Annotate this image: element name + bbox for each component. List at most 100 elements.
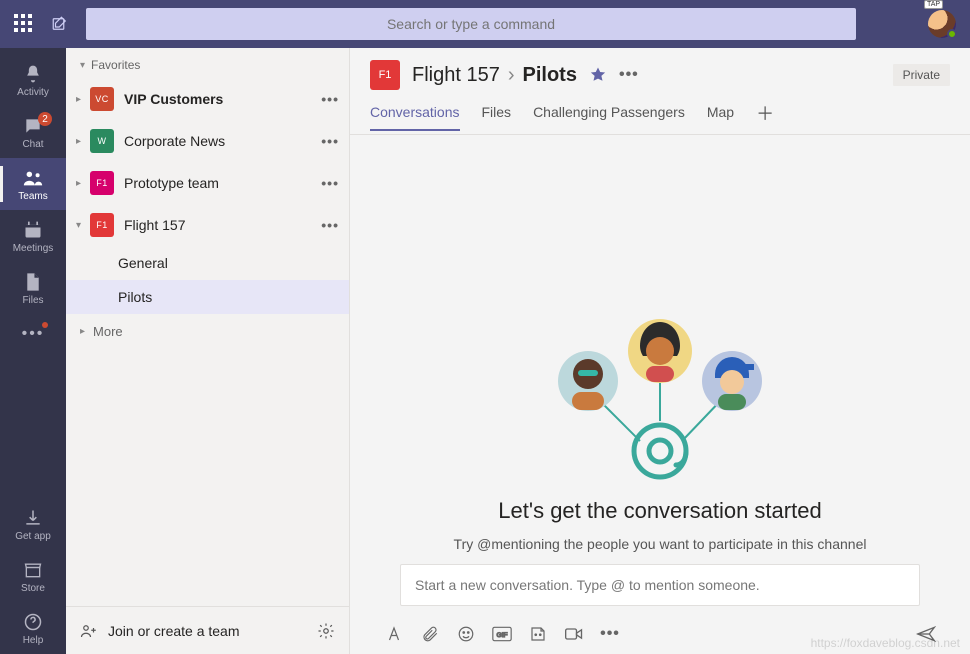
team-tile: F1 <box>90 171 114 195</box>
add-tab-icon[interactable]: ＋ <box>756 100 774 134</box>
format-icon[interactable] <box>384 624 404 644</box>
rail-item-meetings[interactable]: Meetings <box>0 210 66 262</box>
watermark: https://foxdaveblog.csdn.net <box>811 636 960 650</box>
rail-item-help[interactable]: Help <box>0 602 66 654</box>
user-avatar[interactable]: TAP <box>928 10 956 38</box>
empty-state-illustration <box>520 296 800 486</box>
team-tile: W <box>90 129 114 153</box>
bell-icon <box>22 63 44 85</box>
chevron-right-icon: ▸ <box>76 178 90 189</box>
rail-label: Activity <box>17 87 49 98</box>
more-icon: ••• <box>22 323 44 345</box>
privacy-badge: Private <box>893 64 950 86</box>
gear-icon[interactable] <box>317 622 335 640</box>
svg-text:GIF: GIF <box>496 632 507 639</box>
rail-item-store[interactable]: Store <box>0 550 66 602</box>
team-name: Corporate News <box>124 133 321 149</box>
favorite-star-icon[interactable] <box>589 66 607 84</box>
empty-state-subtitle: Try @mentioning the people you want to p… <box>454 536 867 552</box>
breadcrumb-channel: Pilots <box>523 64 577 87</box>
rail-item-teams[interactable]: Teams <box>0 158 66 210</box>
rail-label: Get app <box>15 531 51 542</box>
rail-label: Teams <box>18 191 47 202</box>
more-notification-dot <box>42 322 48 328</box>
help-icon <box>22 611 44 633</box>
team-more-icon[interactable]: ••• <box>321 91 339 107</box>
rail-item-activity[interactable]: Activity <box>0 54 66 106</box>
team-tile: VC <box>90 87 114 111</box>
channel-tabs: Conversations Files Challenging Passenge… <box>350 90 970 135</box>
breadcrumb: Flight 157 › Pilots <box>412 64 577 87</box>
title-bar: TAP <box>0 0 970 48</box>
favorites-header[interactable]: ▾ Favorites <box>66 48 349 78</box>
channel-general[interactable]: General <box>66 246 349 280</box>
channel-pane: F1 Flight 157 › Pilots ••• Private Conve… <box>350 48 970 654</box>
chat-badge: 2 <box>38 112 52 126</box>
store-icon <box>22 559 44 581</box>
presence-indicator <box>947 29 957 39</box>
download-icon <box>22 507 44 529</box>
tab-conversations[interactable]: Conversations <box>370 104 460 130</box>
join-team-icon <box>80 623 98 639</box>
tab-map[interactable]: Map <box>707 104 734 130</box>
avatar-tag: TAP <box>924 0 943 9</box>
rail-item-files[interactable]: Files <box>0 262 66 314</box>
team-row-flight157[interactable]: ▾ F1 Flight 157 ••• <box>66 204 349 246</box>
conversation-area: Let's get the conversation started Try @… <box>350 135 970 654</box>
teams-panel: ▾ Favorites ▸ VC VIP Customers ••• ▸ W C… <box>66 48 350 654</box>
team-more-icon[interactable]: ••• <box>321 217 339 233</box>
sticker-icon[interactable] <box>528 624 548 644</box>
attach-icon[interactable] <box>420 624 440 644</box>
team-tile: F1 <box>370 60 400 90</box>
app-launcher-icon[interactable] <box>14 14 34 34</box>
rail-item-getapp[interactable]: Get app <box>0 498 66 550</box>
search-input[interactable] <box>86 8 856 40</box>
channel-header: F1 Flight 157 › Pilots ••• Private <box>350 48 970 90</box>
more-teams-row[interactable]: ▸ More <box>66 314 349 349</box>
toolbar-more-icon[interactable]: ••• <box>600 624 620 644</box>
channel-label: General <box>118 255 168 271</box>
empty-state-title: Let's get the conversation started <box>498 498 821 524</box>
team-more-icon[interactable]: ••• <box>321 133 339 149</box>
join-team-label[interactable]: Join or create a team <box>108 623 240 639</box>
tab-challenging-passengers[interactable]: Challenging Passengers <box>533 104 685 130</box>
chevron-right-icon: ▸ <box>76 136 90 147</box>
channel-label: Pilots <box>118 289 152 305</box>
app-rail: Activity Chat 2 Teams Meetings Files <box>0 48 66 654</box>
tab-files[interactable]: Files <box>482 104 512 130</box>
panel-footer: Join or create a team <box>66 606 349 654</box>
calendar-icon <box>22 219 44 241</box>
gif-icon[interactable]: GIF <box>492 624 512 644</box>
team-row-vip[interactable]: ▸ VC VIP Customers ••• <box>66 78 349 120</box>
files-icon <box>22 271 44 293</box>
meetnow-icon[interactable] <box>564 624 584 644</box>
breadcrumb-team[interactable]: Flight 157 <box>412 64 500 87</box>
team-more-icon[interactable]: ••• <box>321 175 339 191</box>
channel-more-icon[interactable]: ••• <box>619 66 639 84</box>
team-tile: F1 <box>90 213 114 237</box>
chevron-down-icon: ▾ <box>76 220 90 231</box>
more-label: More <box>93 324 123 339</box>
channel-pilots[interactable]: Pilots <box>66 280 349 314</box>
composer-input[interactable]: Start a new conversation. Type @ to ment… <box>400 564 920 606</box>
team-name: Flight 157 <box>124 217 321 233</box>
rail-item-more[interactable]: ••• <box>0 314 66 354</box>
rail-item-chat[interactable]: Chat 2 <box>0 106 66 158</box>
team-name: VIP Customers <box>124 91 321 107</box>
rail-label: Help <box>23 635 44 646</box>
teams-icon <box>22 167 44 189</box>
chevron-down-icon: ▾ <box>80 60 85 71</box>
rail-label: Meetings <box>13 243 54 254</box>
favorites-label: Favorites <box>91 58 140 72</box>
composer-placeholder: Start a new conversation. Type @ to ment… <box>415 577 760 593</box>
chevron-right-icon: ▸ <box>76 94 90 105</box>
team-row-prototype[interactable]: ▸ F1 Prototype team ••• <box>66 162 349 204</box>
rail-label: Files <box>22 295 43 306</box>
rail-label: Chat <box>22 139 43 150</box>
emoji-icon[interactable] <box>456 624 476 644</box>
team-name: Prototype team <box>124 175 321 191</box>
team-row-corporate[interactable]: ▸ W Corporate News ••• <box>66 120 349 162</box>
chevron-right-icon: › <box>508 64 515 87</box>
compose-icon[interactable] <box>48 12 72 36</box>
rail-label: Store <box>21 583 45 594</box>
